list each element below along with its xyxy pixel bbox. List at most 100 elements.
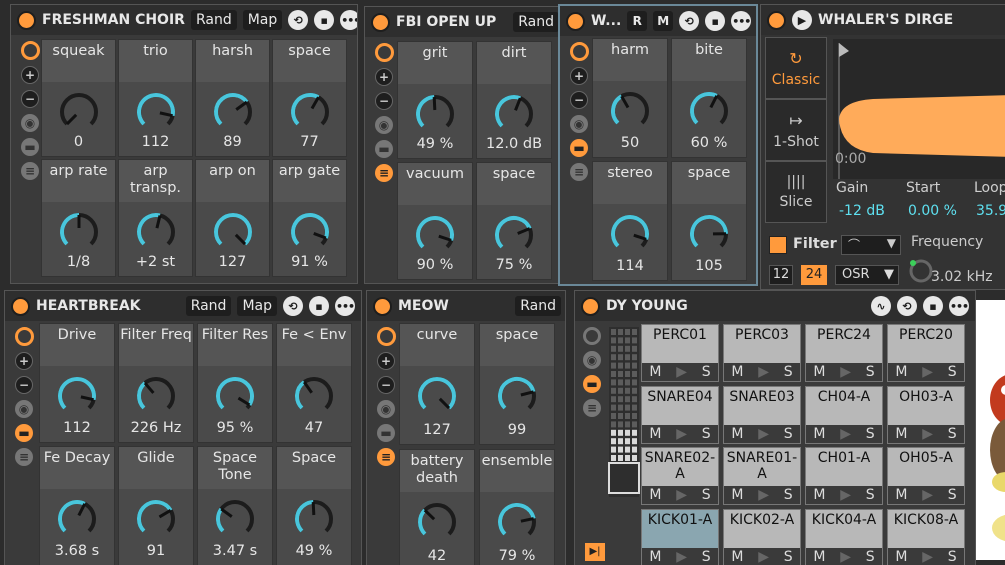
list-icon[interactable]: ≡ [583, 399, 601, 417]
remove-macro-icon[interactable]: − [377, 376, 395, 394]
macro-knob[interactable] [55, 497, 99, 545]
mute-button[interactable]: M [813, 364, 825, 380]
macro-knob-cell[interactable]: arp gate 91 % [272, 159, 347, 277]
macro-knob[interactable] [57, 90, 101, 138]
drum-pad[interactable]: PERC24 M ▶ S [805, 324, 883, 382]
macro-knob[interactable] [213, 497, 257, 545]
mute-button[interactable]: M [649, 426, 661, 442]
macro-knob-cell[interactable]: space 99 [479, 323, 555, 445]
osr-select[interactable]: OSR ▼ [835, 265, 899, 285]
mute-button[interactable]: M [731, 487, 743, 503]
macro-knob-cell[interactable]: arp transp. +2 st [118, 159, 193, 277]
map-button[interactable]: Map [237, 296, 277, 316]
macro-knob-cell[interactable]: curve 127 [399, 323, 475, 445]
preview-play-icon[interactable]: ▶ [676, 364, 687, 380]
drum-pad[interactable]: CH04-A M ▶ S [805, 385, 883, 444]
tab-slice[interactable]: |||| Slice [765, 161, 827, 223]
macro-knob[interactable] [134, 210, 178, 258]
mute-button[interactable]: M [895, 487, 907, 503]
waveform-icon[interactable]: ∿ [871, 296, 891, 316]
snapshot-icon[interactable]: ◉ [570, 115, 588, 133]
macro-knob-cell[interactable]: Drive 112 [39, 323, 115, 443]
variations-icon[interactable]: ⟲ [283, 296, 303, 316]
macro-knob[interactable] [495, 374, 539, 422]
map-button[interactable]: Map [242, 10, 283, 30]
preview-play-icon[interactable]: ▶ [758, 487, 769, 503]
save-icon[interactable]: ▪ [314, 10, 335, 30]
add-macro-icon[interactable]: + [375, 68, 393, 86]
macro-knob-cell[interactable]: dirt 12.0 dB [476, 41, 552, 159]
snapshot-icon[interactable]: ◉ [377, 400, 395, 418]
solo-button[interactable]: S [784, 364, 793, 380]
preview-play-icon[interactable]: ▶ [758, 549, 769, 565]
power-button[interactable] [566, 11, 585, 31]
solo-button[interactable]: S [948, 487, 957, 503]
macro-knob[interactable] [55, 374, 99, 422]
knob-dial[interactable] [211, 90, 255, 134]
macro-knob-cell[interactable]: grit 49 % [397, 41, 473, 159]
snapshot-icon[interactable]: ◉ [15, 400, 33, 418]
preview-play-icon[interactable]: ▶ [840, 549, 851, 565]
chain-icon[interactable]: ▬ [570, 139, 588, 157]
macro-knob[interactable] [608, 89, 652, 137]
macro-knob-cell[interactable]: battery death 42 [399, 449, 475, 565]
macro-knob-cell[interactable]: bite 60 % [671, 38, 747, 158]
list-icon[interactable]: ≡ [375, 164, 393, 182]
chain-icon[interactable]: ▬ [583, 375, 601, 393]
macro-knob-cell[interactable]: Glide 91 [118, 446, 194, 565]
drum-pad[interactable]: PERC20 M ▶ S [887, 324, 965, 382]
remove-macro-icon[interactable]: − [375, 92, 393, 110]
preview-play-icon[interactable]: ▶ [922, 487, 933, 503]
macro-knob[interactable] [292, 497, 336, 545]
macro-knob-cell[interactable]: harm 50 [592, 38, 668, 158]
macro-knob-cell[interactable]: arp on 127 [195, 159, 270, 277]
chain-icon[interactable]: ▬ [21, 138, 39, 156]
save-icon[interactable]: ▪ [923, 296, 943, 316]
drum-pad[interactable]: PERC01 M ▶ S [641, 324, 719, 382]
knob-dial[interactable] [134, 90, 178, 134]
macro-knob-cell[interactable]: Filter Freq 226 Hz [118, 323, 194, 443]
drum-pad[interactable]: KICK04-A M ▶ S [805, 508, 883, 565]
macro-knob[interactable] [413, 92, 457, 140]
solo-button[interactable]: S [948, 364, 957, 380]
power-button[interactable] [11, 296, 30, 316]
knob-dial[interactable] [211, 210, 255, 254]
add-macro-icon[interactable]: + [15, 352, 33, 370]
solo-button[interactable]: S [784, 426, 793, 442]
macro-knob[interactable] [687, 89, 731, 137]
solo-button[interactable]: S [784, 549, 793, 565]
macro-knob[interactable] [292, 374, 336, 422]
start-value[interactable]: 0.00 % [908, 203, 957, 219]
knob-dial[interactable] [292, 374, 336, 418]
macro-knob-cell[interactable]: space 77 [272, 39, 347, 157]
solo-button[interactable]: S [784, 487, 793, 503]
list-icon[interactable]: ≡ [15, 448, 33, 466]
tab-classic[interactable]: ↻ Classic [765, 37, 827, 99]
mute-button[interactable]: M [649, 364, 661, 380]
macro-knob-cell[interactable]: harsh 89 [195, 39, 270, 157]
chain-icon[interactable]: ▬ [377, 424, 395, 442]
more-icon[interactable]: ••• [949, 296, 969, 316]
mute-button[interactable]: M [731, 426, 743, 442]
macro-knob[interactable] [134, 497, 178, 545]
knob-dial[interactable] [292, 497, 336, 541]
mute-button[interactable]: M [649, 487, 661, 503]
pad-overview[interactable] [607, 325, 641, 545]
list-icon[interactable]: ≡ [21, 162, 39, 180]
knob-dial[interactable] [57, 90, 101, 134]
knob-dial[interactable] [413, 92, 457, 136]
list-icon[interactable]: ≡ [570, 163, 588, 181]
mute-button[interactable]: M [731, 364, 743, 380]
knob-dial[interactable] [213, 374, 257, 418]
macro-knob[interactable] [608, 212, 652, 260]
macro-power-icon[interactable] [569, 42, 589, 61]
preview-play-icon[interactable]: ▶ [758, 364, 769, 380]
rand-button[interactable]: Rand [515, 296, 561, 316]
knob-dial[interactable] [55, 497, 99, 541]
drum-pad[interactable]: SNARE03 M ▶ S [723, 385, 801, 444]
add-macro-icon[interactable]: + [21, 66, 39, 84]
solo-button[interactable]: S [702, 487, 711, 503]
slope-24-button[interactable]: 24 [801, 265, 827, 285]
knob-dial[interactable] [492, 92, 536, 136]
solo-button[interactable]: S [948, 426, 957, 442]
